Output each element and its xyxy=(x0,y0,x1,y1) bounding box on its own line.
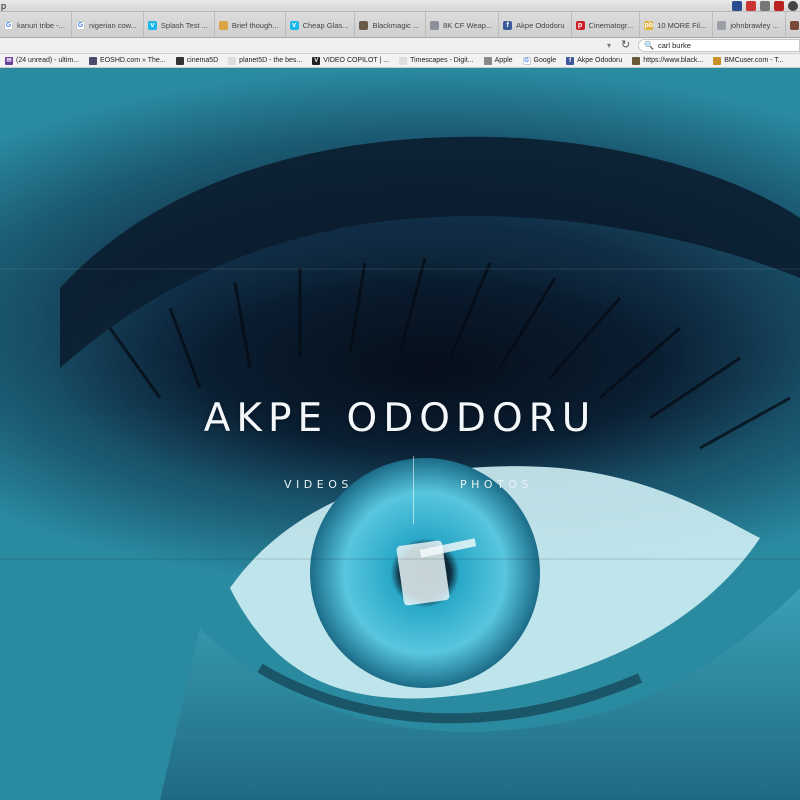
bookmark-item[interactable]: V VIDEO COPILOT | ... xyxy=(307,56,394,65)
page-icon xyxy=(632,56,641,65)
copilot-icon: V xyxy=(312,56,321,65)
tab-item[interactable]: Gnigerian cow... xyxy=(72,12,144,37)
facebook-icon: f xyxy=(503,20,513,30)
nav-divider xyxy=(413,456,414,524)
bookmark-label: planet5D - the bes... xyxy=(239,57,303,64)
tab-label: Blackmagic ... xyxy=(372,20,420,30)
tab-item[interactable]: johnbrawley ... xyxy=(713,12,786,37)
tab-item[interactable]: p Cinematogr... xyxy=(572,12,641,37)
url-dropdown-icon[interactable]: ▾ xyxy=(607,41,611,50)
tray-app-icon[interactable] xyxy=(732,1,742,11)
bookmark-label: (24 unread) - ultim... xyxy=(16,57,80,64)
tab-label: Cheap Glas... xyxy=(302,20,349,30)
site-title: AKPE ODODORU xyxy=(203,396,597,441)
tab-label: Brief though... xyxy=(231,20,279,30)
tab-item[interactable]: v Splash Test ... xyxy=(144,12,215,37)
bookmark-item[interactable]: https://www.black... xyxy=(627,56,708,65)
facebook-icon: f xyxy=(566,56,575,65)
page-icon xyxy=(399,56,408,65)
tab-label: 8K CF Weap... xyxy=(443,20,493,30)
system-tray xyxy=(732,1,798,11)
browser-toolbar: ▾ ↻ 🔍 xyxy=(0,38,800,54)
search-box[interactable]: 🔍 xyxy=(638,39,800,52)
bookmark-item[interactable]: Timescapes - Digit... xyxy=(394,56,479,65)
tab-label: Cinematogr... xyxy=(588,20,634,30)
tab-item[interactable]: f Akpe Ododoru xyxy=(499,12,572,37)
tab-item[interactable]: Brief though... xyxy=(215,12,286,37)
tab-item[interactable]: pb 10 MORE Fil... xyxy=(640,12,714,37)
tab-label: Splash Test ... xyxy=(160,20,208,30)
bookmark-label: VIDEO COPILOT | ... xyxy=(323,57,390,64)
app-menu-fragment: p xyxy=(1,1,7,11)
pb-icon: pb xyxy=(644,20,654,30)
bookmark-item[interactable]: Apple xyxy=(479,56,518,65)
hero-section: AKPE ODODORU VIDEOS PHOTOS xyxy=(0,68,800,800)
google-icon: G xyxy=(75,20,85,30)
page-icon xyxy=(430,20,440,30)
bookmark-item[interactable]: ✉ (24 unread) - ultim... xyxy=(0,56,84,65)
bookmark-item[interactable]: cinema5D xyxy=(171,56,224,65)
search-input[interactable] xyxy=(657,41,798,50)
page-icon xyxy=(228,56,237,65)
tray-app-icon[interactable] xyxy=(774,1,784,11)
page-icon xyxy=(359,20,369,30)
nav-link-photos[interactable]: PHOTOS xyxy=(460,478,533,491)
bookmarks-bar: ✉ (24 unread) - ultim... EOSHD.com » The..… xyxy=(0,54,800,68)
reload-icon[interactable]: ↻ xyxy=(621,39,630,52)
bookmark-label: Timescapes - Digit... xyxy=(410,57,474,64)
bookmark-label: Akpe Ododoru xyxy=(577,57,623,64)
bookmark-item[interactable]: EOSHD.com » The... xyxy=(84,56,171,65)
bookmark-item[interactable]: G Google xyxy=(518,56,562,65)
google-icon: G xyxy=(4,20,13,30)
menu-bar: p xyxy=(0,0,800,12)
apple-icon xyxy=(483,56,492,65)
vimeo-icon: v xyxy=(289,20,299,30)
tab-strip: Gkanuri tribe -... Gnigerian cow... v Splas… xyxy=(0,12,800,38)
tray-app-icon[interactable] xyxy=(788,1,798,11)
tray-app-icon[interactable] xyxy=(760,1,770,11)
tab-label: Akpe Ododoru xyxy=(516,20,565,30)
nav-link-videos[interactable]: VIDEOS xyxy=(284,478,353,491)
hero-nav: VIDEOS PHOTOS xyxy=(0,456,800,526)
google-icon: G xyxy=(522,56,531,65)
bookmark-label: EOSHD.com » The... xyxy=(100,57,166,64)
bookmark-item[interactable]: planet5D - the bes... xyxy=(223,56,307,65)
folder-icon xyxy=(218,20,228,30)
tab-item[interactable]: v Cheap Glas... xyxy=(286,12,356,37)
search-icon: 🔍 xyxy=(644,41,654,50)
bookmark-label: cinema5D xyxy=(186,57,219,64)
bookmark-label: BMCuser.com - T... xyxy=(724,57,784,64)
tab-item[interactable]: Gkanuri tribe -... xyxy=(0,12,72,37)
tab-label: kanuri tribe -... xyxy=(17,20,65,30)
tab-label: johnbrawley ... xyxy=(730,20,779,30)
bookmark-label: Google xyxy=(533,57,557,64)
bookmark-item[interactable]: BMCuser.com - T... xyxy=(708,56,788,65)
bmc-icon xyxy=(713,56,722,65)
bookmark-item[interactable]: f Akpe Ododoru xyxy=(561,56,627,65)
tab-item[interactable]: Blackmagic ... xyxy=(355,12,427,37)
tab-label: nigerian cow... xyxy=(88,20,137,30)
page-icon xyxy=(789,20,799,30)
tab-label: 10 MORE Fil... xyxy=(657,20,707,30)
pinterest-icon: p xyxy=(575,20,585,30)
page-icon xyxy=(717,20,727,30)
tab-item[interactable]: Nigerian Mu... xyxy=(786,12,800,37)
mail-icon: ✉ xyxy=(5,56,13,65)
tab-item[interactable]: 8K CF Weap... xyxy=(426,12,500,37)
cinema5d-icon xyxy=(175,56,184,65)
bookmark-label: https://www.black... xyxy=(643,57,704,64)
vimeo-icon: v xyxy=(147,20,157,30)
page-icon xyxy=(89,56,98,65)
tray-app-icon[interactable] xyxy=(746,1,756,11)
bookmark-label: Apple xyxy=(494,57,513,64)
